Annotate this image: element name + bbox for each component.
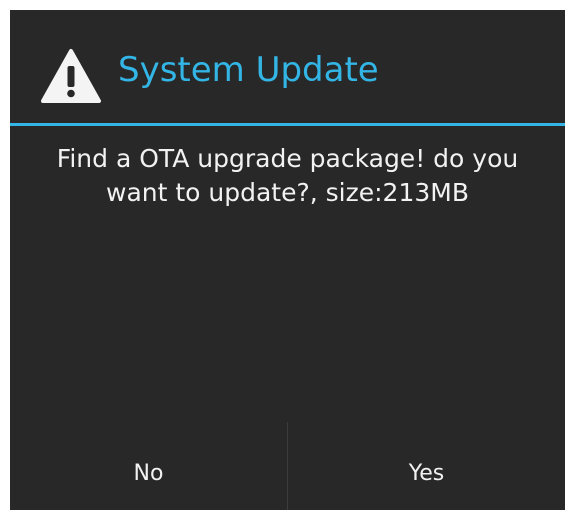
dialog-message: Find a OTA upgrade package! do you want … [56, 144, 519, 207]
dialog-title-bar: System Update [10, 10, 565, 123]
dialog-button-bar: No Yes [10, 422, 565, 510]
dialog-title: System Update [118, 50, 379, 90]
yes-button[interactable]: Yes [288, 422, 565, 510]
system-update-dialog: System Update Find a OTA upgrade package… [10, 10, 565, 510]
no-button[interactable]: No [10, 422, 287, 510]
title-divider [10, 123, 565, 126]
warning-icon [41, 49, 101, 103]
